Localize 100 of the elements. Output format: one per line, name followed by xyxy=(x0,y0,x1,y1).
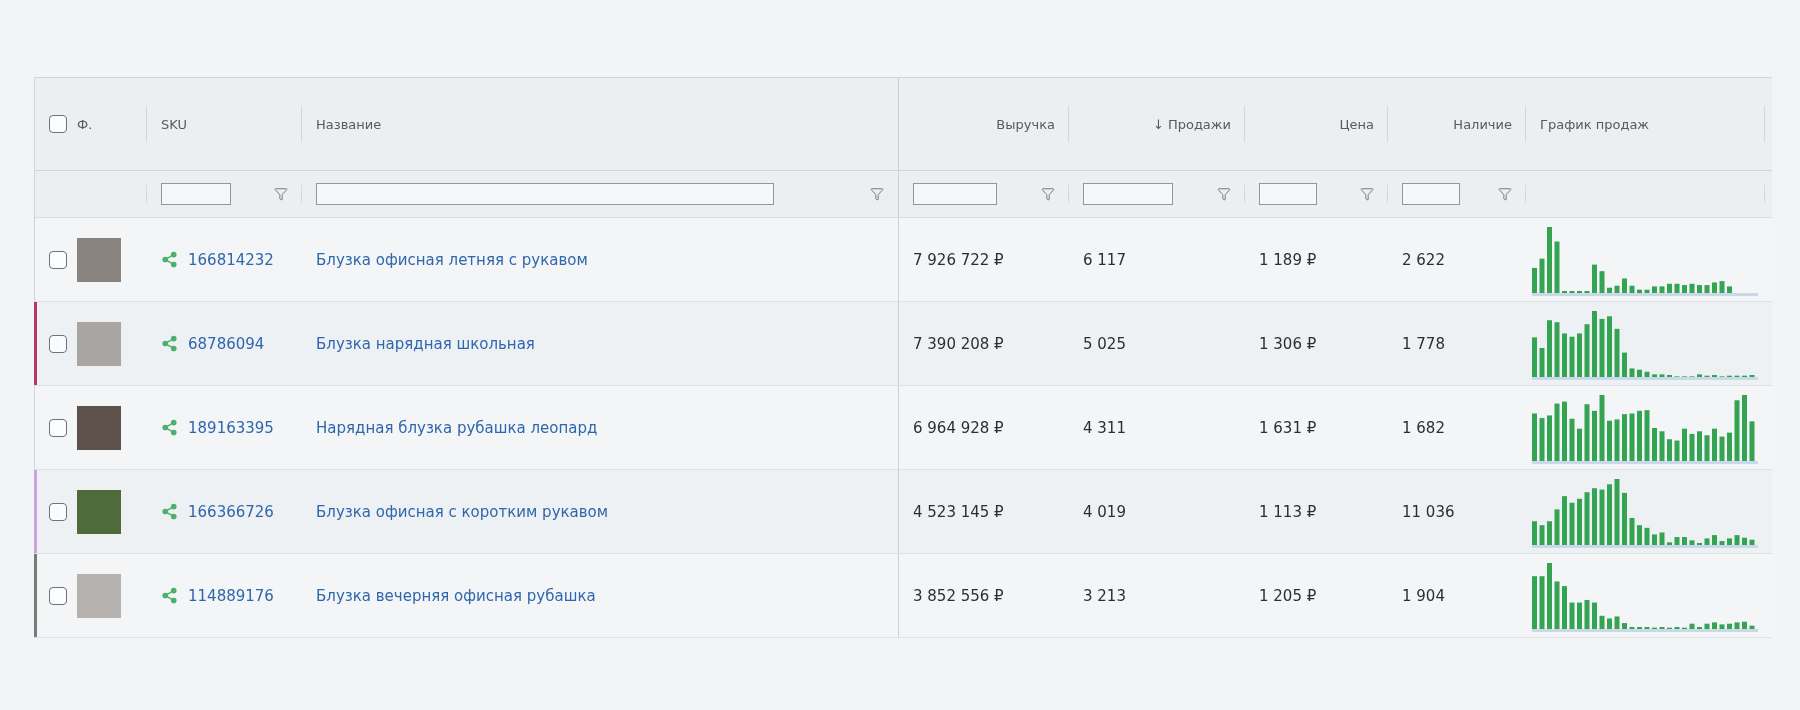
sales-bar xyxy=(1667,541,1672,546)
column-header[interactable]: Название xyxy=(316,116,382,132)
checkbox[interactable] xyxy=(49,334,67,353)
filter-icon[interactable] xyxy=(870,187,884,201)
sales-bar xyxy=(1629,413,1635,462)
sales-bar xyxy=(1599,270,1605,294)
filter-icon[interactable] xyxy=(1360,187,1374,201)
sales-bar xyxy=(1734,399,1740,462)
sales-bar xyxy=(1659,531,1665,546)
photo-placeholder xyxy=(77,321,121,366)
product-link[interactable]: Блузка офисная с коротким рукавом xyxy=(316,502,609,521)
sales-bar xyxy=(1532,520,1537,546)
column-header[interactable]: SKU xyxy=(161,116,187,132)
product-link[interactable]: Нарядная блузка рубашка леопард xyxy=(316,418,598,437)
filter-field[interactable] xyxy=(1259,183,1317,205)
sales-bar xyxy=(1569,336,1575,378)
filter-icon[interactable] xyxy=(274,187,288,201)
table-cell: 1 631 ₽ xyxy=(1259,418,1317,437)
sales-bar xyxy=(1592,410,1597,462)
sales-bar xyxy=(1734,621,1740,630)
sales-bar xyxy=(1547,562,1552,630)
sales-bar xyxy=(1712,428,1717,462)
table-cell: 4 523 145 ₽ xyxy=(913,502,1004,521)
sales-bar xyxy=(1629,285,1635,294)
sales-bar xyxy=(1742,394,1747,462)
sales-bar xyxy=(1659,430,1665,462)
sales-bar xyxy=(1614,328,1620,378)
sales-bar xyxy=(1667,438,1672,462)
sales-bar xyxy=(1682,284,1687,294)
table-cell: 1 113 ₽ xyxy=(1259,502,1317,521)
sales-bar xyxy=(1667,283,1672,294)
column-header[interactable]: ↓ Продажи xyxy=(1152,116,1231,132)
sales-bar xyxy=(1689,623,1695,630)
photo-placeholder xyxy=(77,573,121,618)
filter-icon[interactable] xyxy=(1217,187,1231,201)
sales-bar xyxy=(1644,289,1650,294)
sku-link[interactable]: 189163395 xyxy=(188,418,274,437)
sku-link[interactable]: 166366726 xyxy=(188,502,274,521)
filter-field[interactable] xyxy=(913,183,997,205)
filter-field[interactable] xyxy=(1083,183,1173,205)
product-link[interactable]: Блузка нарядная школьная xyxy=(316,334,535,353)
column-header[interactable]: Ф. xyxy=(77,116,93,132)
sales-bar xyxy=(1652,627,1657,630)
checkbox[interactable] xyxy=(49,586,67,605)
sku-link[interactable]: 166814232 xyxy=(188,250,274,269)
sales-bar xyxy=(1622,413,1627,462)
checkbox[interactable] xyxy=(49,115,67,133)
column-header[interactable]: Цена xyxy=(1339,116,1374,132)
sales-bar xyxy=(1719,280,1725,294)
sales-bar xyxy=(1644,371,1650,378)
sales-bar xyxy=(1674,375,1680,378)
sku-link[interactable]: 68786094 xyxy=(188,334,265,353)
sales-bar xyxy=(1584,599,1590,630)
sales-bar xyxy=(1592,602,1597,630)
share-icon[interactable] xyxy=(161,587,178,604)
sales-bar xyxy=(1614,285,1620,294)
checkbox[interactable] xyxy=(49,250,67,269)
checkbox[interactable] xyxy=(49,418,67,437)
filter-icon[interactable] xyxy=(1498,187,1512,201)
table-cell: 5 025 xyxy=(1083,334,1126,353)
column-header[interactable]: Наличие xyxy=(1453,116,1512,132)
sales-bar xyxy=(1719,436,1725,462)
sales-bar xyxy=(1689,283,1695,294)
sales-bar xyxy=(1547,226,1552,294)
share-icon[interactable] xyxy=(161,335,178,352)
sales-bar xyxy=(1749,374,1755,378)
checkbox[interactable] xyxy=(49,502,67,521)
filter-icon[interactable] xyxy=(1041,187,1055,201)
product-link[interactable]: Блузка вечерняя офисная рубашка xyxy=(316,586,596,605)
sku-link[interactable]: 114889176 xyxy=(188,586,274,605)
sales-bar xyxy=(1659,285,1665,294)
sales-bar xyxy=(1577,602,1582,630)
sales-bar xyxy=(1652,427,1657,462)
filter-field[interactable] xyxy=(161,183,231,205)
sales-bar xyxy=(1584,323,1590,378)
sales-bar xyxy=(1532,267,1537,294)
sales-bar xyxy=(1704,284,1710,294)
sales-bar xyxy=(1727,432,1732,462)
sales-bar xyxy=(1554,403,1560,462)
photo-placeholder xyxy=(77,405,121,450)
table-cell: 4 019 xyxy=(1083,502,1126,521)
column-header[interactable]: График продаж xyxy=(1540,116,1650,132)
sales-bar xyxy=(1749,420,1755,462)
sales-bar xyxy=(1652,285,1657,294)
filter-field[interactable] xyxy=(1402,183,1460,205)
filter-field[interactable] xyxy=(316,183,774,205)
share-icon[interactable] xyxy=(161,251,178,268)
product-link[interactable]: Блузка офисная летняя с рукавом xyxy=(316,250,588,269)
sales-bar xyxy=(1689,375,1695,378)
sales-bar xyxy=(1569,502,1575,546)
table-cell: 1 306 ₽ xyxy=(1259,334,1317,353)
sales-bar xyxy=(1712,621,1717,630)
sales-bar xyxy=(1562,495,1567,546)
column-header[interactable]: Выручка xyxy=(996,116,1055,132)
sales-bar xyxy=(1697,542,1702,546)
share-icon[interactable] xyxy=(161,503,178,520)
table-cell: 7 926 722 ₽ xyxy=(913,250,1004,269)
sales-bar xyxy=(1704,375,1710,378)
share-icon[interactable] xyxy=(161,419,178,436)
sales-bar xyxy=(1629,517,1635,546)
